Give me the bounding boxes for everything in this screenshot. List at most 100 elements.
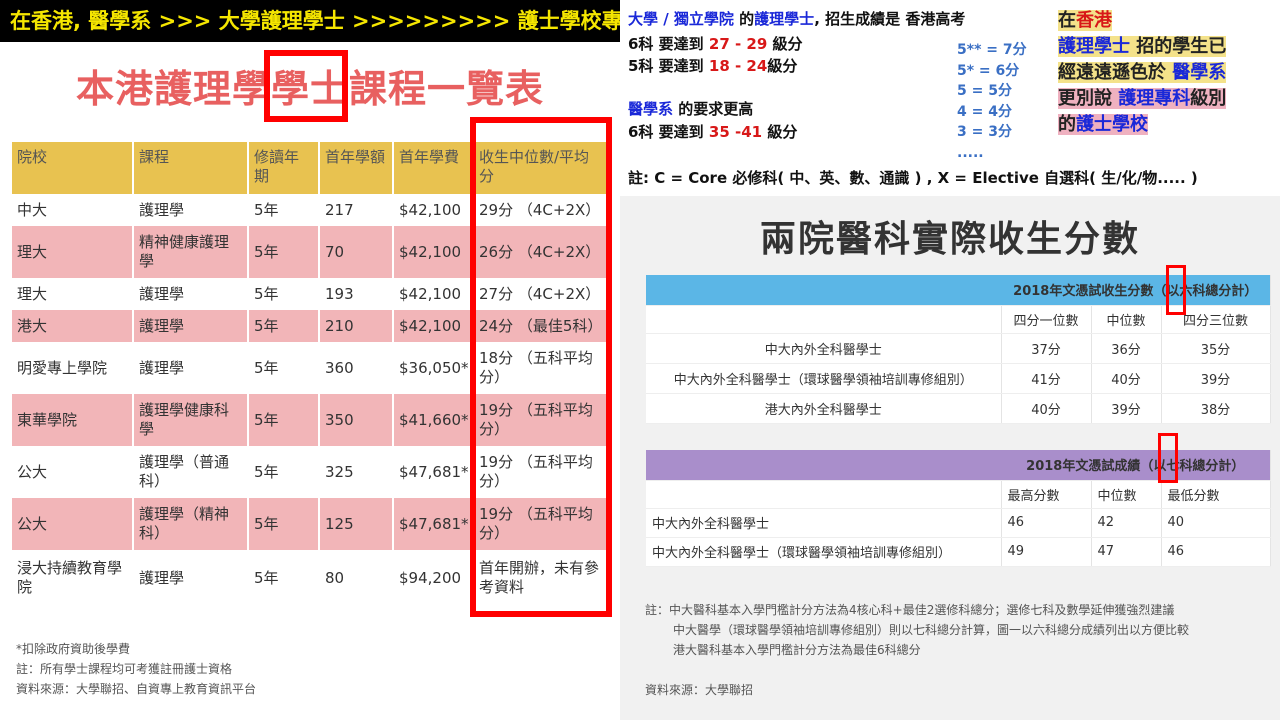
intro-medicine: 醫學系 (628, 100, 674, 118)
t2-value: 42 (1091, 508, 1162, 538)
cell-years: 5年 (248, 310, 320, 342)
t2-value: 47 (1091, 537, 1162, 567)
intro-text: 級分 (767, 57, 798, 75)
top-banner: 在香港, 醫學系 >>> 大學護理學士 >>>>>>>>> 護士學校專科 (0, 0, 620, 42)
callout-text-part: 的 (1058, 114, 1076, 135)
note-source: 資料來源：大學聯招、自資專上教育資訊平台 (16, 682, 257, 696)
core-elective-note: 註: C = Core 必修科( 中、英、數、通識 ) , X = Electi… (628, 169, 1198, 187)
callout-text-part: 經遠遠遜色於 (1058, 62, 1173, 83)
header-fee: 首年學費 (393, 142, 474, 194)
t2-value: 46 (1161, 537, 1271, 567)
cell-years: 5年 (248, 550, 320, 606)
cell-course: 護理學 (133, 342, 249, 394)
intro-line-1: 大學 / 獨立學院 的護理學士, 招生成績是 香港高考 (628, 8, 965, 30)
highlight-box-six-subjects (1166, 265, 1186, 315)
cell-places: 125 (319, 498, 394, 550)
cell-fee: $42,100 (393, 226, 474, 278)
highlight-box-seven-subjects (1158, 433, 1178, 483)
note-registration: 註：所有學士課程均可考獲註冊護士資格 (16, 662, 233, 676)
cell-fee: $42,100 (393, 310, 474, 342)
cell-school: 東華學院 (12, 394, 134, 446)
cell-school: 港大 (12, 310, 134, 342)
t1-value: 35分 (1161, 333, 1271, 364)
table-row: 中大內外全科醫學士 46 42 40 (646, 508, 1271, 538)
cell-years: 5年 (248, 394, 320, 446)
cell-fee: $47,681* (393, 498, 474, 550)
cell-school: 公大 (12, 446, 134, 498)
callout-text-part: 級別 (1190, 88, 1227, 109)
t1-programme: 港大內外全科醫學士 (646, 393, 1002, 424)
header-years: 修讀年期 (248, 142, 320, 194)
footnote-hku: 港大醫科基本入學門檻計分方法為最佳6科總分 (673, 643, 921, 657)
callout-hongkong: 香港 (1076, 10, 1112, 31)
t1-value: 40分 (1091, 363, 1162, 394)
intro-text: 6科 要達到 (628, 123, 709, 141)
t1-col-header: 四分一位數 (1001, 305, 1092, 334)
t1-header: 2018年文憑試收生分數（以六科總分計） (1001, 275, 1271, 306)
cell-places: 350 (319, 394, 394, 446)
intro-institutions: 大學 / 獨立學院 (628, 10, 734, 28)
score-range: 18 - 24 (708, 57, 768, 75)
t1-col-blank (646, 305, 1002, 334)
callout-nursing-specialty: 護理專科 (1118, 88, 1191, 109)
cell-course: 護理學（普通科） (133, 446, 249, 498)
t1-value: 37分 (1001, 333, 1092, 364)
cell-course: 護理學 (133, 550, 249, 606)
cell-school: 明愛專上學院 (12, 342, 134, 394)
intro-line-3: 5科 要達到 18 - 24級分 (628, 55, 797, 77)
t1-value: 36分 (1091, 333, 1162, 364)
intro-text: 6科 要達到 (628, 35, 709, 53)
header-course: 課程 (133, 142, 249, 194)
table-row: 港大內外全科醫學士 40分 39分 38分 (646, 393, 1271, 424)
intro-text: 級分 (762, 123, 798, 141)
cell-school: 公大 (12, 498, 134, 550)
cell-school: 理大 (12, 278, 134, 310)
intro-text: , 招生成績是 香港高考 (814, 10, 966, 28)
intro-text: 級分 (767, 35, 803, 53)
cell-places: 360 (319, 342, 394, 394)
t1-value: 38分 (1161, 393, 1271, 424)
cell-places: 193 (319, 278, 394, 310)
t1-value: 41分 (1001, 363, 1092, 394)
grade-item: 4 = 4分 (957, 103, 1012, 120)
cell-years: 5年 (248, 498, 320, 550)
t1-programme: 中大內外全科醫學士（環球醫學領袖培訓專修組別） (646, 363, 1002, 394)
cell-course: 護理學 (133, 194, 249, 226)
note-fee: *扣除政府資助後學費 (16, 642, 131, 656)
t1-value: 40分 (1001, 393, 1092, 424)
t2-header: 2018年文憑試成績（以七科總分計） (1001, 450, 1271, 481)
intro-nursing: 護理學士 (754, 10, 815, 28)
table-row: 中大內外全科醫學士 37分 36分 35分 (646, 333, 1271, 364)
score-range: 27 - 29 (708, 35, 768, 53)
right-source: 資料來源：大學聯招 (645, 683, 754, 697)
t1-value: 39分 (1161, 363, 1271, 394)
t2-value: 49 (1001, 537, 1092, 567)
t2-header-blank (646, 450, 1001, 481)
cell-school: 浸大持續教育學院 (12, 550, 134, 606)
header-places: 首年學額 (319, 142, 394, 194)
grade-item: 5** = 7分 (957, 42, 1027, 58)
intro-line-5: 6科 要達到 35 -41 級分 (628, 121, 797, 143)
cell-fee: $41,660* (393, 394, 474, 446)
t2-value: 46 (1001, 508, 1092, 538)
callout-text-part: 招的學生已 (1130, 36, 1227, 57)
cell-years: 5年 (248, 226, 320, 278)
t1-value: 39分 (1091, 393, 1162, 424)
callout-nursing: 護理學士 (1058, 36, 1130, 57)
table-row: 中大內外全科醫學士（環球醫學領袖培訓專修組別） 41分 40分 39分 (646, 363, 1271, 394)
t2-col-header: 中位數 (1091, 480, 1162, 509)
callout-text: 在香港 護理學士 招的學生已 經遠遠遜色於 醫學系 更別說 護理專科級別 的護士… (1058, 8, 1227, 138)
t1-programme: 中大內外全科醫學士 (646, 333, 1002, 364)
cell-years: 5年 (248, 278, 320, 310)
grade-conversion-list: 5** = 7分 5* = 6分 5 = 5分 4 = 4分 3 = 3分 ..… (957, 40, 1027, 163)
t1-header-blank (646, 275, 1001, 306)
header-school: 院校 (12, 142, 134, 194)
cell-fee: $42,100 (393, 194, 474, 226)
footnote-cuhk-global: 中大醫學（環球醫學領袖培訓專修組別）則以七科總分計算，圖一以六科總分成績列出以方… (673, 623, 1190, 637)
cell-places: 80 (319, 550, 394, 606)
cell-course: 護理學健康科學 (133, 394, 249, 446)
cell-school: 理大 (12, 226, 134, 278)
grade-item: 3 = 3分 (957, 124, 1012, 140)
cell-fee: $94,200 (393, 550, 474, 606)
t2-programme: 中大內外全科醫學士（環球醫學領袖培訓專修組別） (646, 537, 1002, 567)
